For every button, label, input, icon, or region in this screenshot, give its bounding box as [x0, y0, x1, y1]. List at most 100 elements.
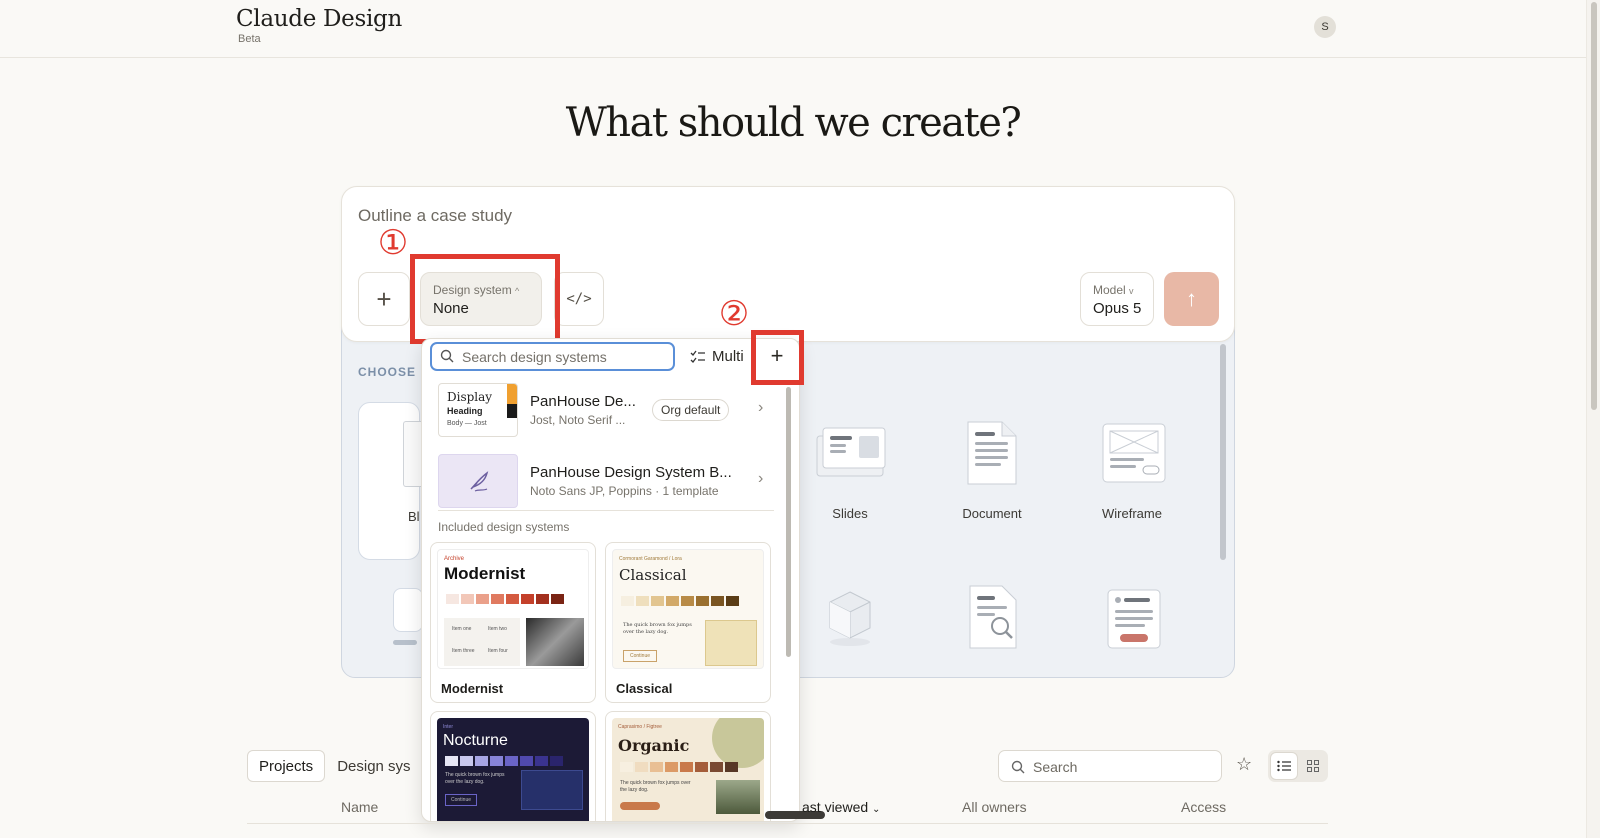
model-selector[interactable]: Model v Opus 5: [1080, 272, 1154, 326]
avatar[interactable]: S: [1314, 16, 1336, 38]
multi-select-toggle[interactable]: Multi: [690, 342, 744, 371]
design-system-fonts: Noto Sans JP, Poppins · 1 template: [530, 484, 719, 498]
tree-photo: [716, 780, 760, 814]
tab-design-systems[interactable]: Design sys: [325, 750, 422, 782]
color-swatch: [475, 756, 488, 766]
card-name: Classical: [616, 681, 673, 696]
color-swatch: [460, 756, 473, 766]
card-name: Modernist: [441, 681, 504, 696]
form-icon[interactable]: [1106, 588, 1162, 650]
color-swatch: [695, 762, 708, 772]
column-last-viewed[interactable]: ast viewed ⌄: [802, 799, 880, 815]
manuscript-image: [705, 620, 757, 666]
code-button[interactable]: </>: [554, 272, 604, 326]
scroll-thumb[interactable]: [1591, 2, 1597, 410]
color-swatches: [621, 596, 739, 606]
app-title[interactable]: Claude Design: [236, 6, 402, 32]
design-system-item[interactable]: Display Heading Body — Jost PanHouse De.…: [438, 383, 778, 441]
document-icon[interactable]: [966, 420, 1018, 486]
color-swatch: [520, 756, 533, 766]
design-system-name: PanHouse Design System B...: [530, 464, 732, 481]
category-tile-small[interactable]: [393, 588, 423, 632]
column-access[interactable]: Access: [1181, 799, 1226, 815]
color-swatch: [710, 762, 723, 772]
tab-projects[interactable]: Projects: [247, 750, 326, 782]
category-slides[interactable]: Slides: [785, 506, 915, 521]
projects-search[interactable]: Search: [998, 750, 1222, 782]
send-button[interactable]: ↑: [1164, 272, 1219, 326]
color-swatch: [665, 762, 678, 772]
attach-button[interactable]: +: [358, 272, 410, 326]
color-swatch: [506, 594, 519, 604]
classical-preview: Cormorant Garamond / Lora Classical The …: [612, 549, 764, 669]
organic-blob: [712, 718, 764, 768]
preview-title: Organic: [618, 736, 690, 755]
page-scrollbar[interactable]: [1586, 0, 1600, 838]
slides-icon[interactable]: [815, 426, 887, 478]
category-tile-bar: [393, 640, 417, 645]
preview-button: Continue: [445, 794, 478, 806]
design-system-thumb: Display Heading Body — Jost: [438, 383, 518, 437]
grid-view-button[interactable]: [1300, 752, 1326, 780]
chevron-down-icon: ⌄: [872, 804, 881, 815]
color-swatch: [666, 596, 679, 606]
projects-tabs: Projects Design sys: [247, 750, 423, 782]
color-swatch: [681, 596, 694, 606]
search-icon: [440, 349, 454, 363]
design-system-search-placeholder: Search design systems: [462, 349, 607, 365]
table-divider: [247, 823, 1328, 824]
preview-item: Item three: [452, 648, 475, 654]
color-swatch: [445, 756, 458, 766]
color-swatch: [726, 596, 739, 606]
design-system-card[interactable]: Cormorant Garamond / Lora Classical The …: [605, 542, 771, 703]
column-owners[interactable]: All owners: [962, 799, 1027, 815]
multi-label: Multi: [712, 348, 744, 365]
design-system-search[interactable]: Search design systems: [430, 342, 675, 371]
category-document[interactable]: Document: [927, 506, 1057, 521]
color-swatch: [550, 756, 563, 766]
thumb-display: Display: [447, 390, 493, 404]
cube-icon[interactable]: [827, 590, 873, 648]
preview-tag: Cormorant Garamond / Lora: [619, 556, 682, 562]
color-swatch: [650, 762, 663, 772]
color-swatch: [620, 762, 633, 772]
list-icon: [1277, 760, 1291, 772]
category-wireframe[interactable]: Wireframe: [1067, 506, 1197, 521]
preview-tag: Inter: [443, 724, 454, 730]
column-name[interactable]: Name: [341, 799, 378, 815]
design-system-card[interactable]: Archive Modernist Item one Item two Item…: [430, 542, 596, 703]
category-panel-scrollbar[interactable]: [1220, 344, 1226, 560]
dropdown-scrollbar[interactable]: [786, 387, 791, 657]
blank-icon: [403, 421, 423, 487]
annotation-marker-2: ②: [718, 295, 750, 333]
color-swatches: [446, 594, 564, 604]
preview-body: The quick brown fox jumps over the lazy …: [623, 622, 692, 635]
design-system-card[interactable]: Caprasimo / Figtree Organic The quick br…: [605, 711, 771, 821]
page-title: What should we create?: [565, 100, 1022, 146]
feather-icon: [470, 471, 489, 492]
color-swatch: [651, 596, 664, 606]
thumb-body: Body — Jost: [447, 420, 487, 427]
top-bar: Claude Design Beta S: [0, 0, 1586, 58]
preview-title: Modernist: [444, 564, 526, 583]
list-view-button[interactable]: [1270, 752, 1298, 780]
document-search-icon[interactable]: [968, 584, 1018, 650]
preview-body: The quick brown fox jumps over the lazy …: [620, 780, 691, 793]
preview-item: Item one: [452, 626, 472, 632]
preview-tag: Caprasimo / Figtree: [618, 724, 662, 730]
model-caption: Model v: [1093, 283, 1134, 297]
modernist-preview: Archive Modernist Item one Item two Item…: [437, 549, 589, 669]
design-system-dropdown: Search design systems Multi + Display He…: [421, 338, 800, 822]
design-system-card[interactable]: Inter Nocturne The quick brown fox jumps…: [430, 711, 596, 821]
grid-icon: [1307, 760, 1319, 772]
preview-title: Classical: [619, 566, 687, 584]
search-icon: [1011, 760, 1025, 774]
wireframe-icon[interactable]: [1101, 422, 1167, 484]
design-system-item[interactable]: PanHouse Design System B... Noto Sans JP…: [438, 454, 778, 512]
nocturne-preview: Inter Nocturne The quick brown fox jumps…: [437, 718, 589, 821]
color-swatch: [491, 594, 504, 604]
star-icon[interactable]: ☆: [1236, 754, 1252, 775]
annotation-box-1: [410, 254, 560, 344]
design-system-thumb: [438, 454, 518, 508]
category-blank[interactable]: Bl: [358, 402, 423, 560]
